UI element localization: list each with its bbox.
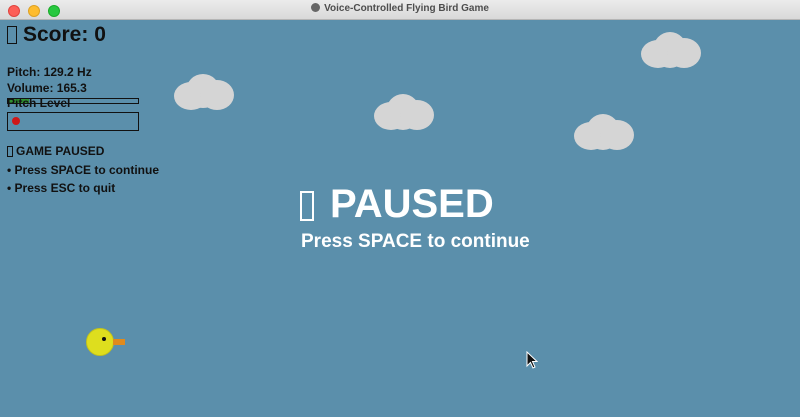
score-label: Score: 0	[23, 23, 106, 46]
paused-overlay-subtitle: Press SPACE to continue	[301, 231, 530, 252]
unknown-glyph-icon	[300, 191, 314, 222]
unknown-glyph-icon	[7, 26, 17, 45]
cloud	[174, 72, 234, 112]
bird-beak	[113, 339, 125, 345]
instruction-continue: • Press SPACE to continue	[7, 163, 160, 177]
window-title-area: Voice-Controlled Flying Bird Game	[0, 3, 800, 14]
cloud	[641, 32, 701, 72]
paused-overlay-title: PAUSED	[300, 182, 494, 227]
score-display: Score: 0	[7, 23, 106, 47]
unknown-glyph-icon	[7, 146, 13, 158]
player-bird	[86, 328, 114, 356]
game-canvas[interactable]: Score: 0 Pitch: 129.2 Hz Volume: 165.3 P…	[0, 20, 800, 417]
window-titlebar: Voice-Controlled Flying Bird Game	[0, 0, 800, 20]
pitch-level-bar	[7, 112, 139, 131]
pitch-readout: Pitch: 129.2 Hz	[7, 65, 92, 79]
overlay-title-text: PAUSED	[330, 182, 494, 226]
cloud	[374, 92, 434, 132]
app-icon	[311, 3, 321, 12]
paused-label: GAME PAUSED	[16, 144, 105, 158]
instruction-quit: • Press ESC to quit	[7, 181, 116, 195]
paused-status: GAME PAUSED	[7, 144, 104, 158]
window-title: Voice-Controlled Flying Bird Game	[324, 3, 489, 14]
cloud	[574, 112, 634, 152]
volume-readout: Volume: 165.3	[7, 81, 87, 95]
bird-eye	[102, 337, 106, 341]
mouse-cursor-icon	[526, 351, 538, 369]
pitch-level-label: Pitch Level	[7, 96, 71, 110]
pitch-marker	[12, 117, 20, 125]
